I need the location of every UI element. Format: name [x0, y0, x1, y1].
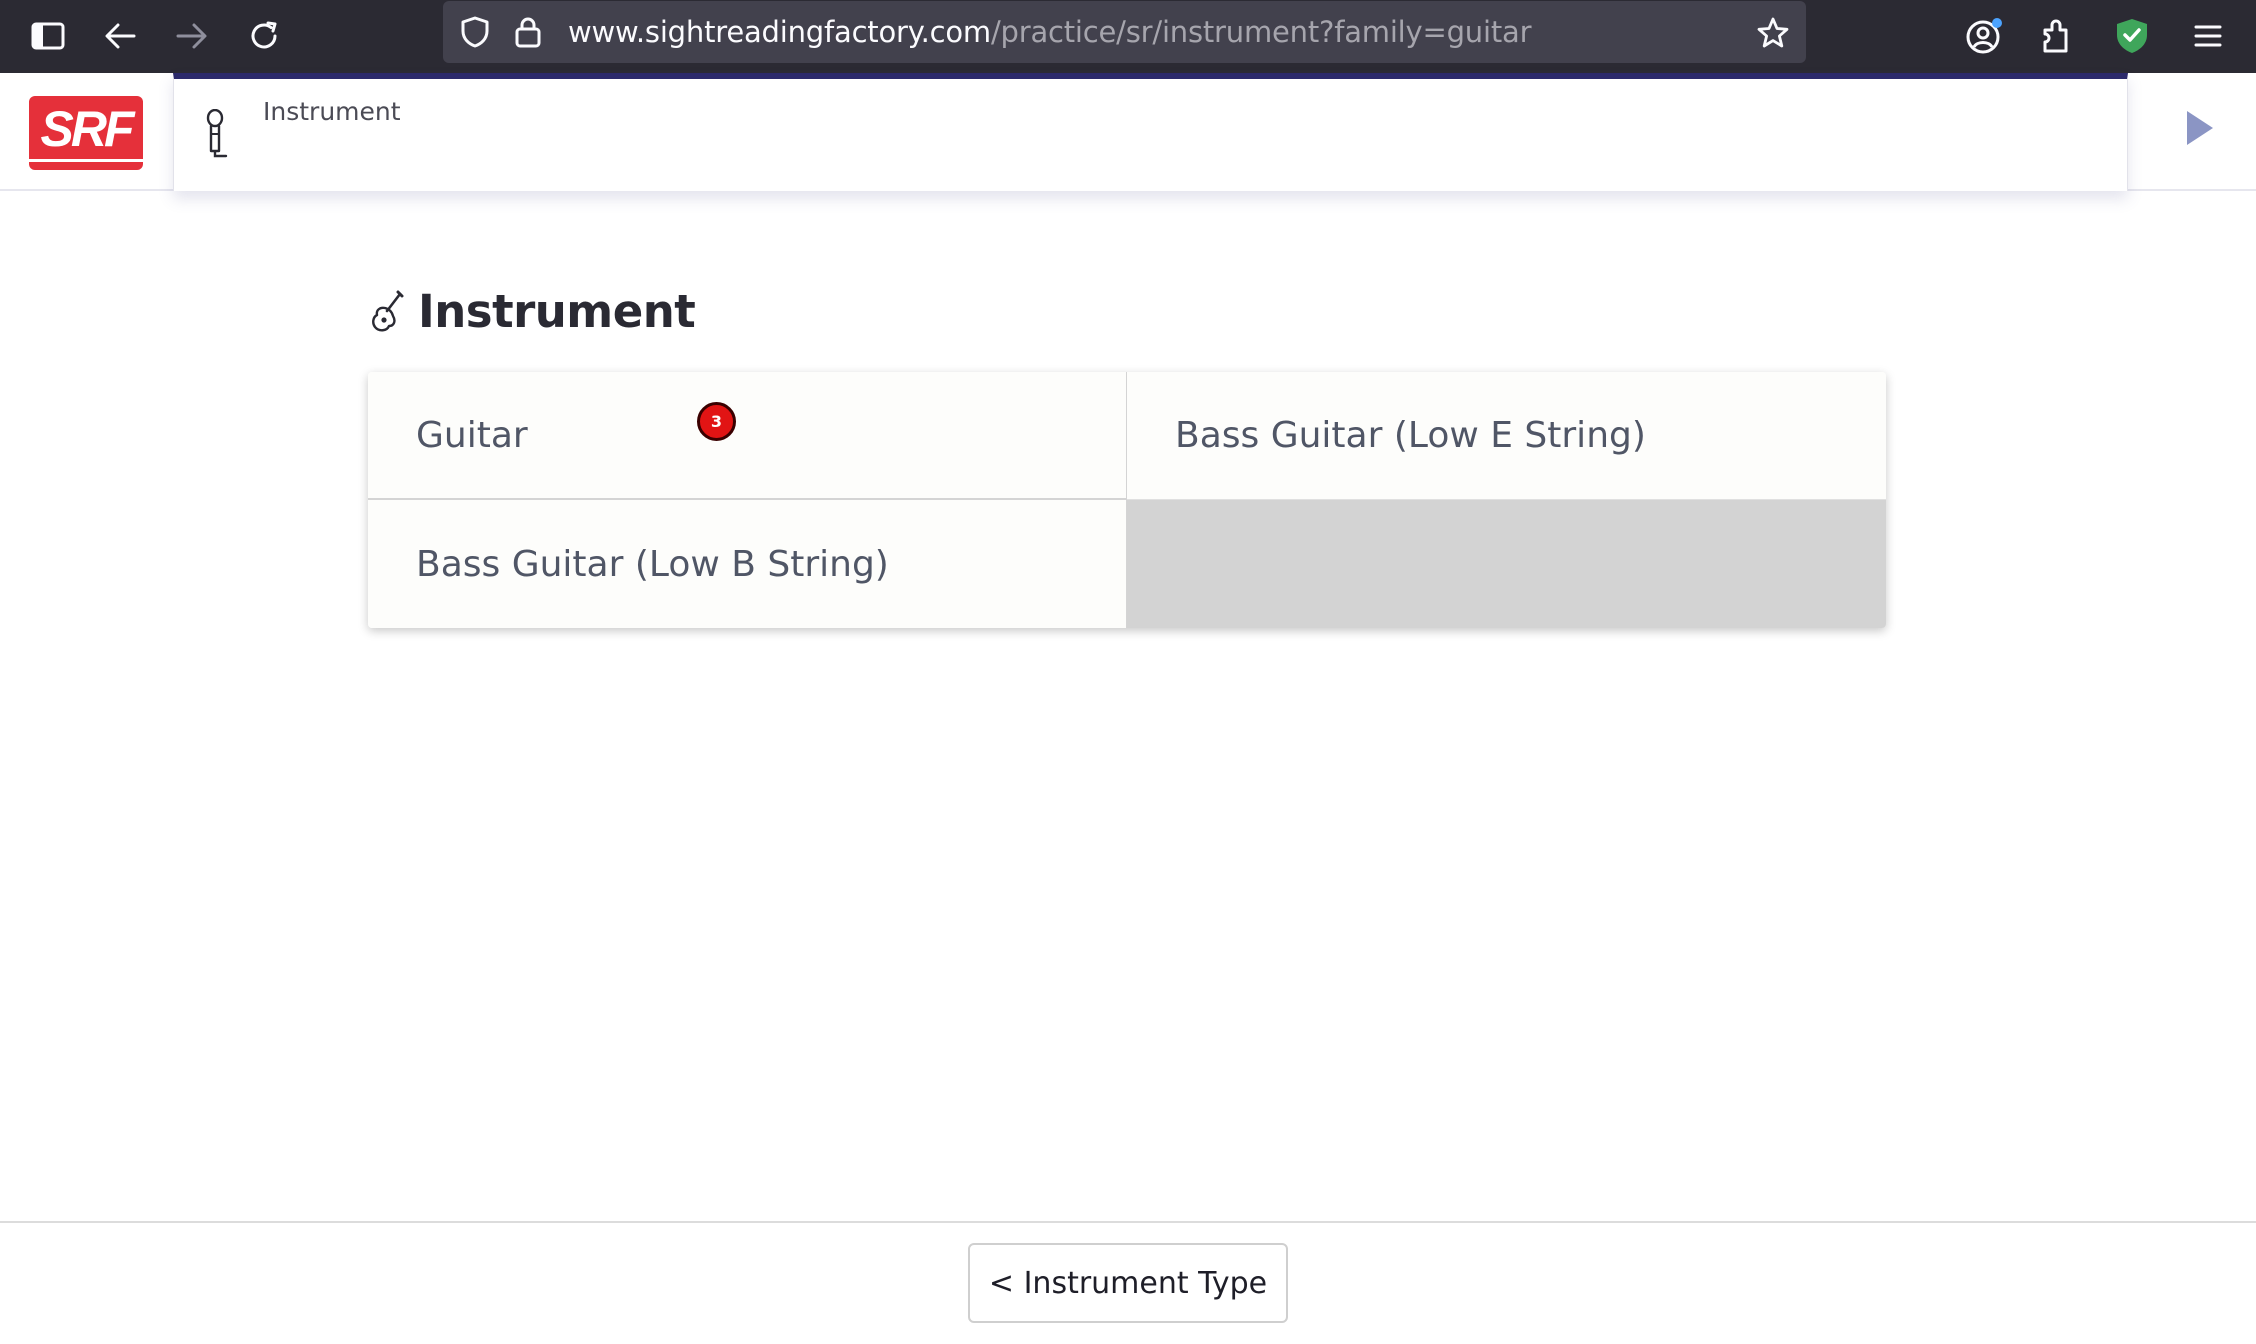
option-guitar[interactable]: Guitar: [368, 372, 1127, 500]
option-label: Bass Guitar (Low B String): [416, 543, 889, 585]
sidebar-icon[interactable]: [20, 8, 76, 64]
logo-stripe: [29, 159, 143, 162]
star-icon[interactable]: [1756, 16, 1790, 50]
reload-icon[interactable]: [236, 8, 292, 64]
notification-badge: 3: [697, 402, 736, 441]
logo-text: SRF: [40, 101, 135, 157]
browser-toolbar: www.sightreadingfactory.com/practice/sr/…: [0, 0, 2256, 73]
menu-icon[interactable]: [2180, 8, 2236, 64]
srf-logo[interactable]: SRF: [29, 96, 143, 170]
breadcrumb: Instrument: [173, 73, 2128, 191]
back-to-instrument-type-button[interactable]: < Instrument Type: [968, 1243, 1288, 1323]
section-header: Instrument: [370, 281, 696, 341]
breadcrumb-label[interactable]: Instrument: [263, 97, 401, 126]
extensions-icon[interactable]: [2028, 8, 2084, 64]
shield-icon[interactable]: [460, 16, 490, 48]
option-label: Guitar: [416, 414, 528, 456]
privacy-badger-icon[interactable]: [2104, 8, 2160, 64]
back-arrow-icon[interactable]: [92, 8, 148, 64]
option-label: Bass Guitar (Low E String): [1175, 415, 1646, 456]
footer-divider: [0, 1221, 2256, 1223]
option-bass-guitar-low-b[interactable]: Bass Guitar (Low B String): [368, 500, 1127, 628]
option-bass-guitar-low-e[interactable]: Bass Guitar (Low E String): [1127, 372, 1886, 500]
page-title: Instrument: [418, 284, 696, 338]
forward-arrow-icon[interactable]: [164, 8, 220, 64]
app-header: SRF Instrument: [0, 73, 2256, 191]
instrument-options-grid: Guitar Bass Guitar (Low E String) Bass G…: [368, 372, 1886, 628]
account-icon[interactable]: [1956, 8, 2012, 64]
url-bar[interactable]: www.sightreadingfactory.com/practice/sr/…: [443, 1, 1806, 63]
guitar-icon: [372, 290, 404, 332]
lock-icon[interactable]: [515, 16, 541, 48]
empty-grid-cell: [1127, 500, 1886, 628]
play-arrow-icon[interactable]: [2185, 109, 2215, 147]
url-text[interactable]: www.sightreadingfactory.com/practice/sr/…: [568, 1, 1532, 63]
microphone-icon: [204, 108, 230, 163]
